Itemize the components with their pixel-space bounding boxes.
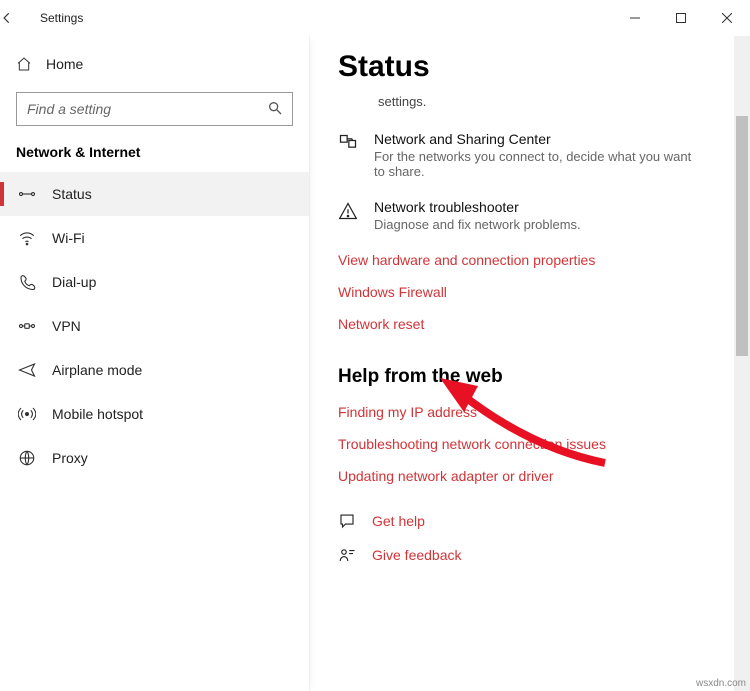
home-icon	[16, 56, 46, 72]
feedback-label: Give feedback	[372, 547, 462, 563]
webhelp-heading: Help from the web	[338, 366, 728, 388]
main: Home Network & Internet Status Wi-Fi D	[0, 36, 750, 691]
sharing-icon	[338, 131, 360, 179]
sidebar-item-label: Proxy	[52, 450, 88, 466]
sidebar-item-label: Airplane mode	[52, 362, 142, 378]
warning-icon	[338, 199, 360, 232]
link-windows-firewall[interactable]: Windows Firewall	[338, 284, 728, 300]
vpn-icon	[18, 317, 52, 335]
sidebar-item-dialup[interactable]: Dial-up	[0, 260, 309, 304]
wifi-icon	[18, 229, 52, 247]
trouble-title: Network troubleshooter	[374, 199, 581, 215]
watermark: wsxdn.com	[696, 678, 746, 689]
sidebar-item-status[interactable]: Status	[0, 172, 309, 216]
trouble-desc: Diagnose and fix network problems.	[374, 217, 581, 232]
home-label: Home	[46, 56, 83, 72]
sidebar-item-wifi[interactable]: Wi-Fi	[0, 216, 309, 260]
maximize-button[interactable]	[658, 2, 704, 34]
get-help-row[interactable]: Get help	[338, 512, 728, 530]
home-link[interactable]: Home	[0, 42, 309, 86]
sidebar-item-label: Wi-Fi	[52, 230, 85, 246]
link-troubleshoot-conn[interactable]: Troubleshooting network connection issue…	[338, 436, 728, 452]
back-button[interactable]	[0, 11, 40, 25]
chat-icon	[338, 512, 358, 530]
page-title: Status	[338, 50, 728, 84]
close-button[interactable]	[704, 2, 750, 34]
status-icon	[18, 185, 52, 203]
minimize-button[interactable]	[612, 2, 658, 34]
content: Status settings. Network and Sharing Cen…	[310, 36, 750, 691]
sidebar-item-airplane[interactable]: Airplane mode	[0, 348, 309, 392]
sharing-desc: For the networks you connect to, decide …	[374, 149, 694, 179]
sharing-center-block[interactable]: Network and Sharing Center For the netwo…	[338, 131, 728, 179]
scrollbar-thumb[interactable]	[736, 116, 748, 356]
link-network-reset[interactable]: Network reset	[338, 316, 728, 332]
search-icon	[267, 100, 283, 116]
get-help-label: Get help	[372, 513, 425, 529]
hotspot-icon	[18, 405, 52, 423]
sharing-title: Network and Sharing Center	[374, 131, 694, 147]
search-input[interactable]	[16, 92, 293, 126]
sidebar-item-label: Dial-up	[52, 274, 96, 290]
dialup-icon	[18, 273, 52, 291]
link-find-ip[interactable]: Finding my IP address	[338, 404, 728, 420]
feedback-row[interactable]: Give feedback	[338, 546, 728, 564]
sidebar-item-vpn[interactable]: VPN	[0, 304, 309, 348]
settings-tail: settings.	[378, 94, 728, 109]
titlebar: Settings	[0, 0, 750, 36]
sidebar-item-label: Status	[52, 186, 92, 202]
troubleshooter-block[interactable]: Network troubleshooter Diagnose and fix …	[338, 199, 728, 232]
scrollbar[interactable]	[734, 36, 750, 691]
link-hardware-properties[interactable]: View hardware and connection properties	[338, 252, 728, 268]
link-update-adapter[interactable]: Updating network adapter or driver	[338, 468, 728, 484]
sidebar: Home Network & Internet Status Wi-Fi D	[0, 36, 310, 691]
window-controls	[612, 2, 750, 34]
category-header: Network & Internet	[0, 144, 309, 160]
airplane-icon	[18, 361, 52, 379]
sidebar-item-label: Mobile hotspot	[52, 406, 143, 422]
sidebar-item-hotspot[interactable]: Mobile hotspot	[0, 392, 309, 436]
feedback-icon	[338, 546, 358, 564]
sidebar-item-proxy[interactable]: Proxy	[0, 436, 309, 480]
search-wrap	[16, 92, 293, 126]
window-title: Settings	[40, 11, 83, 25]
proxy-icon	[18, 449, 52, 467]
sidebar-item-label: VPN	[52, 318, 81, 334]
